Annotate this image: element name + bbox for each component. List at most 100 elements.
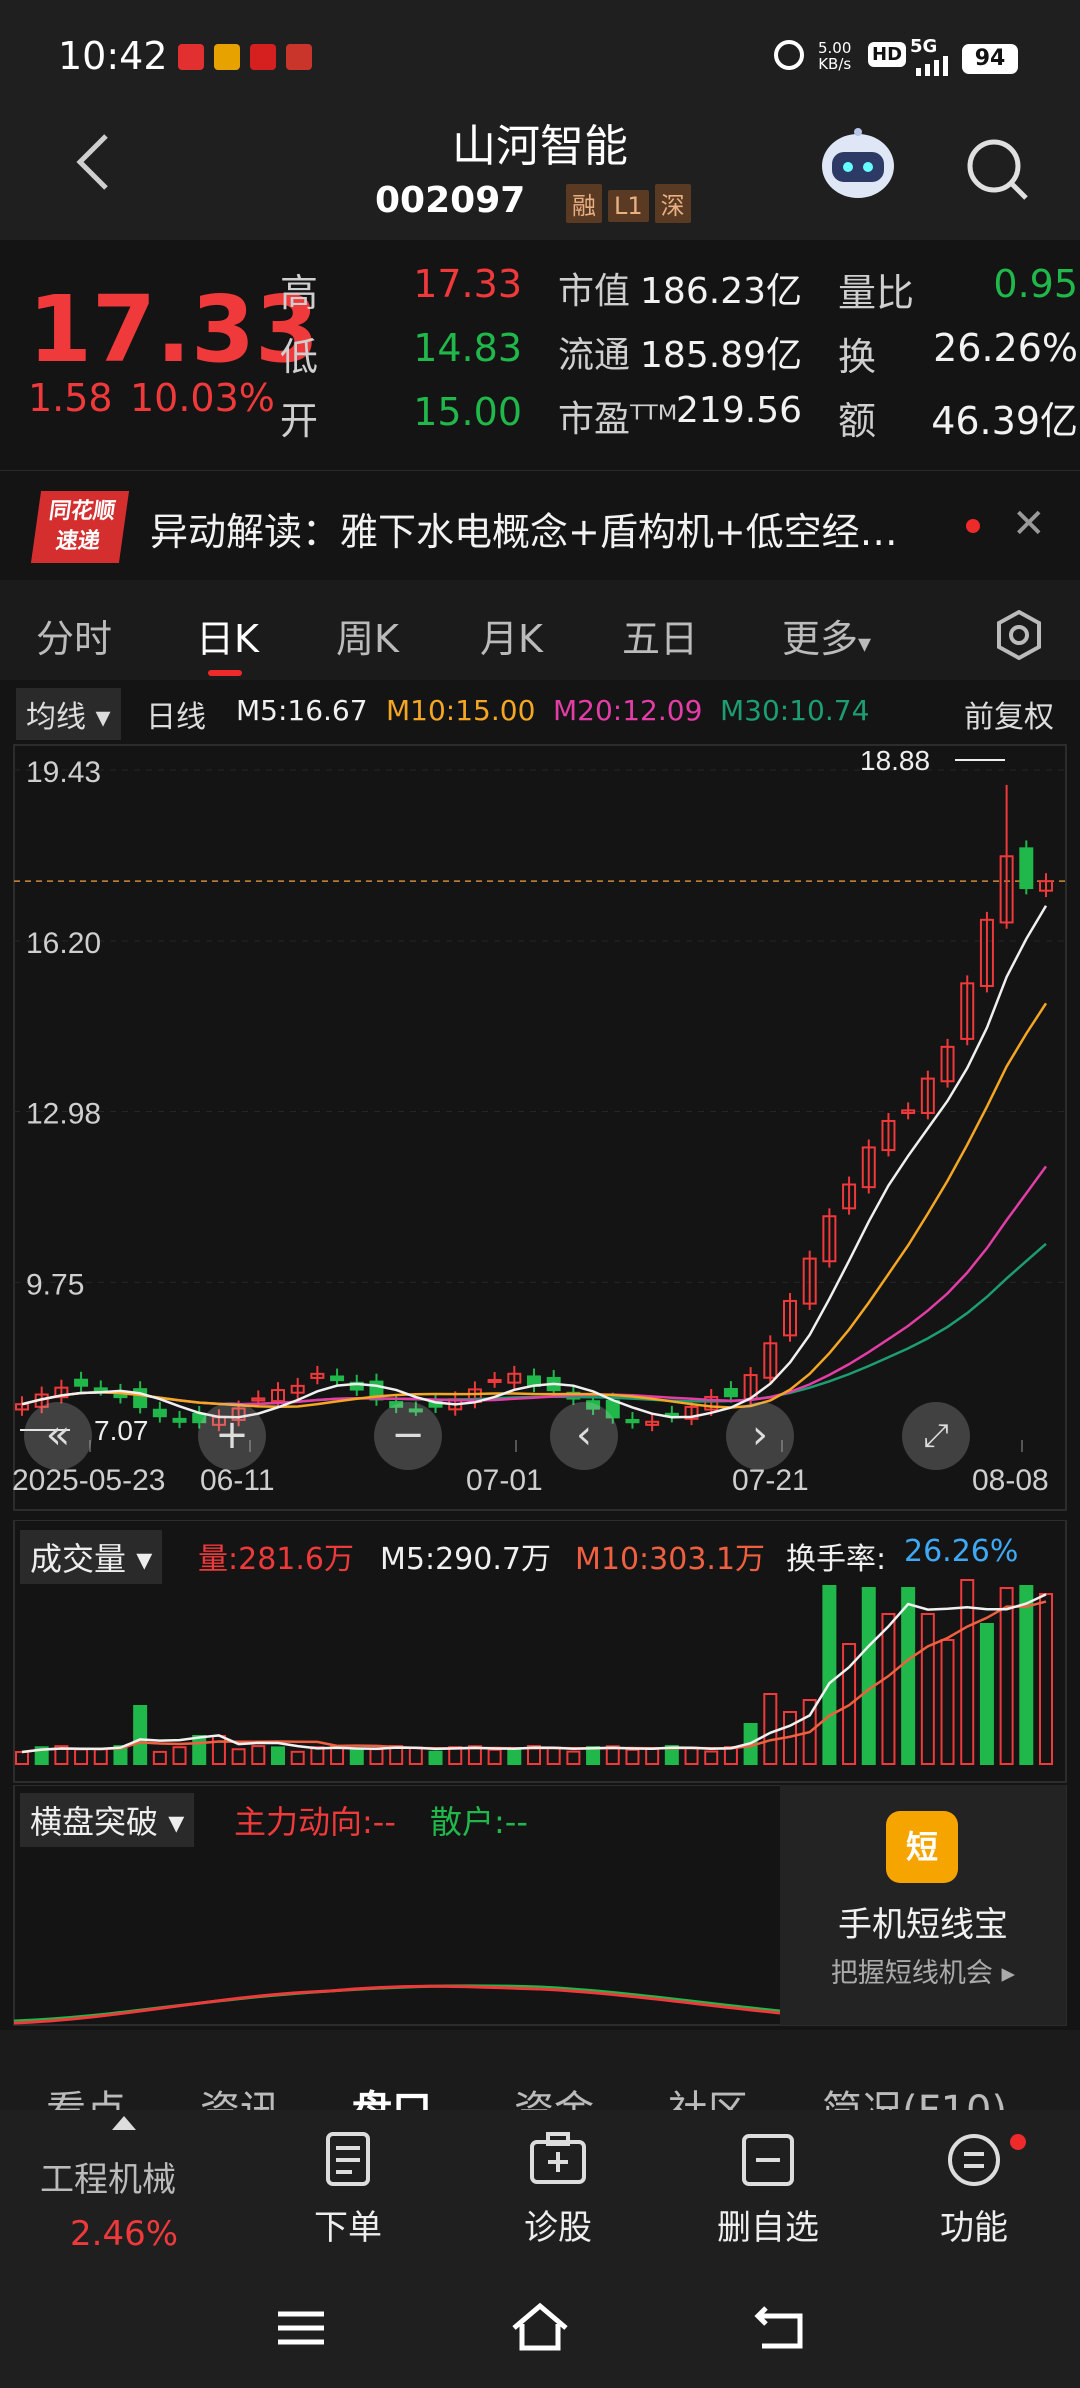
battery-indicator: 94 (962, 44, 1018, 74)
adjust-selector[interactable]: 前复权 (964, 692, 1054, 736)
volume-bar (881, 1613, 896, 1765)
volume-bar (901, 1587, 916, 1765)
tab-2[interactable]: 周K (336, 608, 399, 663)
volume-m10-line (21, 1600, 1047, 1754)
volume-bar (920, 1613, 935, 1765)
quote-panel: 17.33 1.58 10.03% 高 17.33 市值 186.23亿 量比 0.95 低… (0, 240, 1080, 470)
tab-4[interactable]: 五日 (622, 608, 698, 663)
stat-value-3: 46.39亿 (931, 399, 1078, 443)
price-change-pct: 10.03% (130, 376, 275, 420)
stat-value-2: 219.56 (676, 390, 802, 431)
ma20-value: M20:12.09 (553, 694, 703, 727)
sector-change: 2.46% (70, 2214, 179, 2254)
zoom-in-button[interactable]: + (198, 1402, 266, 1470)
candle-body (723, 1388, 738, 1398)
candle-body (152, 1408, 167, 1418)
robot-assistant-icon[interactable] (818, 128, 898, 202)
tab-0[interactable]: 分时 (36, 608, 112, 663)
news-ticker[interactable]: 同花顺 速递 异动解读：雅下水电概念+盾构机+低空经… ✕ (0, 470, 1080, 580)
stat-label-2: 流通 (558, 335, 631, 376)
stock-name: 山河智能 (452, 121, 628, 172)
volume-bar (428, 1750, 443, 1765)
back-nav-icon[interactable] (754, 2304, 808, 2354)
y-tick-label: 16.20 (26, 927, 101, 960)
detail-tab-3[interactable]: 资金 (514, 2078, 594, 2110)
volume-bar (940, 1639, 955, 1765)
ma-legend: 均线 ▾ 日线 M5:16.67 M10:15.00 M20:12.09 M30… (0, 680, 1080, 740)
volume-bar (546, 1746, 561, 1765)
detail-tab-0[interactable]: 看点 (46, 2078, 126, 2110)
back-icon[interactable] (66, 132, 126, 192)
volume-bar (93, 1748, 108, 1766)
diagnose-button[interactable]: 诊股 (506, 2200, 610, 2249)
sector-name[interactable]: 工程机械 (40, 2152, 176, 2201)
x-tick-label: 07-01 (466, 1464, 543, 1497)
signal-icon (912, 56, 958, 80)
volume-bar (231, 1748, 246, 1766)
tab-1[interactable]: 日K (196, 608, 259, 663)
remove-watchlist-icon[interactable] (738, 2130, 798, 2190)
notification-icons (168, 44, 312, 70)
promo-subtitle: 把握短线机会 ▸ (830, 1958, 1016, 1989)
detail-tab-5[interactable]: 简况(F10) (822, 2078, 1007, 2110)
stat-label-3: 量比 (838, 271, 915, 315)
candle-body (74, 1378, 89, 1387)
y-tick-label: 9.75 (26, 1268, 84, 1301)
scroll-left-button[interactable]: ‹ (550, 1402, 618, 1470)
function-button[interactable]: 功能 (926, 2200, 1022, 2249)
volume-bar (251, 1745, 266, 1765)
promo-title: 手机短线宝 (838, 1905, 1008, 1945)
expand-up-icon[interactable] (112, 2116, 136, 2130)
fast-back-button[interactable]: « (24, 1402, 92, 1470)
stat-value: 14.83 (413, 326, 522, 370)
close-icon[interactable]: ✕ (1012, 501, 1046, 547)
volume-bar (684, 1746, 699, 1766)
max-price-label: 18.88 (860, 745, 930, 776)
recent-apps-icon[interactable] (276, 2308, 326, 2352)
volume-bar (211, 1735, 226, 1765)
stock-notification-icon (250, 44, 276, 70)
x-tick-label: 07-21 (732, 1464, 809, 1497)
ma10-value: M10:15.00 (386, 694, 536, 727)
settings-icon[interactable] (994, 609, 1044, 664)
diagnose-icon[interactable] (528, 2130, 588, 2190)
home-icon[interactable] (510, 2302, 570, 2356)
stat-label-2: 市值 (558, 271, 631, 312)
candle-body (330, 1375, 345, 1382)
ma5-value: M5:16.67 (236, 694, 368, 727)
order-icon[interactable] (318, 2130, 378, 2190)
candle-body (487, 1378, 502, 1383)
news-headline[interactable]: 异动解读：雅下水电概念+盾构机+低空经… (150, 501, 898, 556)
volume-bar (15, 1751, 29, 1765)
margin-tag: 融 (566, 184, 602, 223)
fullscreen-button[interactable]: ⤢ (902, 1402, 970, 1470)
menu-icon[interactable] (944, 2130, 1004, 2190)
stat-value-2: 186.23亿 (640, 271, 802, 312)
y-tick-label: 12.98 (26, 1097, 101, 1130)
zoom-out-button[interactable]: − (374, 1402, 442, 1470)
stat-value: 17.33 (413, 262, 522, 306)
volume-bar (822, 1585, 837, 1765)
detail-tab-2[interactable]: 盘口 (352, 2078, 432, 2110)
stat-label: 高 (280, 271, 319, 315)
kline-chart[interactable]: 19.43 16.20 12.98 9.75 18.88 7.07 2025-05-23 06… (0, 740, 1080, 1530)
stat-value-3: 0.95 (993, 262, 1078, 306)
min-price-label: 7.07 (94, 1415, 149, 1446)
volume-bar (369, 1748, 384, 1765)
promo-card[interactable]: 短 手机短线宝 把握短线机会 ▸ (780, 1785, 1066, 2025)
net-speed: 5.00 KB/s (818, 39, 852, 73)
scroll-right-button[interactable]: › (726, 1402, 794, 1470)
ma-selector[interactable]: 均线 ▾ (16, 688, 121, 740)
alarm-icon (774, 40, 804, 70)
tab-3[interactable]: 月K (480, 608, 543, 663)
detail-tab-4[interactable]: 社区 (668, 2078, 748, 2110)
active-tab-indicator (208, 670, 242, 676)
order-button[interactable]: 下单 (300, 2200, 396, 2249)
candle-body (93, 1387, 108, 1392)
volume-bar (645, 1747, 660, 1765)
detail-tab-1[interactable]: 资讯 (200, 2078, 280, 2110)
volume-bar (310, 1746, 325, 1765)
tab-5[interactable]: 更多▾ (782, 608, 871, 663)
search-icon[interactable] (962, 134, 1032, 204)
remove-watchlist-button[interactable]: 删自选 (700, 2200, 836, 2249)
